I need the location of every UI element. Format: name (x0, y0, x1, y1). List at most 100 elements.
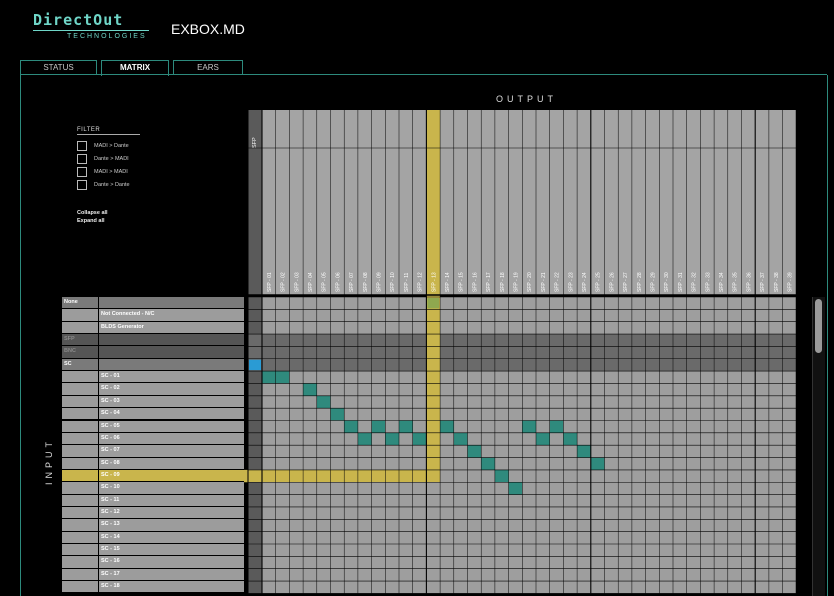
scrollbar-thumb[interactable] (815, 299, 822, 353)
input-row[interactable]: SC - 12 (62, 506, 244, 520)
input-cell-divider (98, 519, 99, 531)
route-crosspoint (303, 383, 317, 396)
input-row[interactable]: BLDS Generator (62, 321, 244, 335)
input-channel-label: SC - 07 (101, 447, 120, 454)
input-row[interactable]: SC - 15 (62, 544, 244, 557)
output-column-label: SFP - 35 (733, 272, 739, 292)
input-row[interactable]: SC - 08 (62, 457, 244, 470)
output-column-label: SFP - 13 (431, 272, 437, 292)
output-column-label: SFP - 21 (541, 272, 547, 292)
input-channel-label: SC - 11 (101, 496, 120, 503)
input-cell-divider (98, 383, 99, 395)
input-row[interactable]: SC - 13 (62, 519, 244, 532)
route-crosspoint (357, 432, 372, 446)
input-row[interactable]: SFP (62, 334, 244, 347)
route-crosspoint (536, 432, 550, 446)
input-channel-label: SC - 15 (101, 546, 120, 552)
input-row[interactable]: SC - 03 (62, 395, 244, 409)
output-column-label: SFP - 07 (349, 272, 355, 292)
input-row[interactable]: SC (62, 358, 244, 372)
input-row[interactable]: SC - 05 (62, 420, 244, 433)
input-cell-divider (98, 469, 99, 482)
input-row[interactable]: SC - 14 (62, 531, 244, 544)
input-cell-divider (98, 334, 99, 346)
input-row[interactable]: SC - 17 (62, 568, 244, 582)
output-column-label: SFP - 33 (705, 272, 711, 292)
output-column-label: SFP - 02 (281, 272, 287, 292)
input-cell-divider (98, 568, 99, 581)
output-column-label: SFP - 36 (746, 272, 752, 292)
input-cell-divider (98, 321, 99, 334)
input-row[interactable]: BNC (62, 346, 244, 359)
route-crosspoint (453, 432, 468, 446)
input-channel-label: SC - 08 (101, 459, 120, 466)
output-column-label: SFP - 20 (527, 272, 533, 292)
output-column-label: SFP - 12 (418, 272, 424, 292)
output-column-label: SFP - 09 (376, 272, 382, 292)
input-cell-divider (98, 482, 99, 494)
output-column-label: SFP - 04 (308, 272, 314, 292)
route-crosspoint (563, 432, 578, 446)
input-channel-label: SC - 04 (101, 410, 120, 417)
input-group-label: SFP (64, 336, 75, 343)
input-row[interactable]: SC - 06 (62, 432, 244, 446)
route-crosspoint (549, 420, 564, 433)
input-channel-label: BLDS Generator (101, 323, 144, 330)
output-column-label: SFP - 03 (294, 272, 300, 292)
input-row[interactable]: SC - 01 (62, 371, 244, 384)
output-column-label: SFP - 26 (609, 272, 615, 292)
input-channel-label: SC - 05 (101, 422, 120, 429)
output-column-label: SFP - 24 (582, 272, 588, 292)
input-row[interactable]: SC - 11 (62, 494, 244, 507)
input-channel-label: SC - 16 (101, 558, 120, 565)
output-column-label: SFP - 38 (774, 272, 780, 292)
output-column-label: SFP - 22 (555, 272, 561, 292)
output-column-label: SFP - 05 (322, 272, 328, 292)
input-cell-divider (98, 581, 99, 593)
input-cell-divider (98, 358, 99, 371)
route-crosspoint (494, 469, 509, 483)
input-row[interactable]: SC - 09 (62, 469, 244, 483)
input-channel-label: SC - 18 (101, 583, 120, 590)
output-column-label: SFP - 14 (445, 272, 451, 292)
route-crosspoint (467, 445, 482, 458)
input-channel-label: SC - 13 (101, 521, 120, 528)
route-crosspoint (275, 371, 290, 384)
input-cell-divider (98, 544, 99, 556)
output-column-label: SFP - 28 (637, 272, 643, 292)
input-channel-label: SC - 01 (101, 373, 120, 380)
output-column-label: SFP - 16 (472, 272, 478, 292)
input-cell-divider (98, 445, 99, 457)
output-column-label: SFP - 10 (390, 272, 396, 292)
input-row[interactable]: None (62, 297, 244, 310)
input-group-label: SC (64, 360, 72, 367)
input-row[interactable]: SC - 10 (62, 482, 244, 495)
route-crosspoint (344, 420, 358, 433)
input-row[interactable]: SC - 04 (62, 408, 244, 421)
output-column-label: SFP - 15 (459, 272, 465, 292)
input-channel-label: SC - 09 (101, 471, 120, 478)
input-cell-divider (98, 506, 99, 519)
input-cell-divider (98, 432, 99, 445)
output-column-label: SFP - 39 (787, 272, 793, 292)
output-column-label: SFP - 30 (664, 272, 670, 292)
output-column-label: SFP - 18 (500, 272, 506, 292)
input-channel-label: SC - 14 (101, 533, 120, 540)
input-cell-divider (98, 395, 99, 408)
route-crosspoint (481, 457, 495, 470)
input-row[interactable]: Not Connected - N/C (62, 309, 244, 322)
input-row[interactable]: SC - 07 (62, 445, 244, 458)
route-crosspoint (262, 371, 276, 384)
input-row[interactable]: SC - 02 (62, 383, 244, 396)
matrix-scrollbar[interactable] (812, 297, 825, 596)
input-row[interactable]: SC - 16 (62, 556, 244, 569)
input-cell-divider (98, 309, 99, 321)
input-cell-divider (98, 556, 99, 568)
input-cell-divider (98, 297, 99, 309)
input-channel-label: SC - 10 (101, 484, 120, 491)
output-column-label: SFP - 11 (404, 273, 410, 292)
input-channel-label: SC - 17 (101, 570, 120, 577)
input-row[interactable]: SC - 18 (62, 581, 244, 594)
none-route-marker (427, 298, 440, 309)
output-column-label: SFP - 01 (267, 272, 273, 292)
